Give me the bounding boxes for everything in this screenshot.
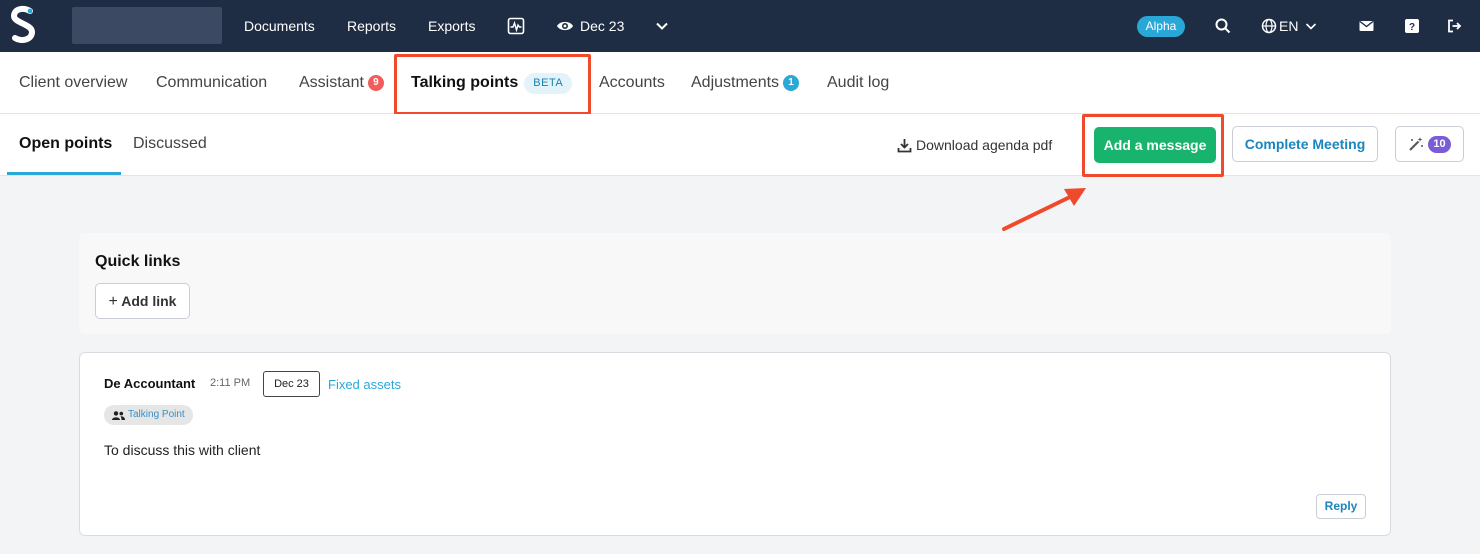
plus-icon: + xyxy=(108,293,118,310)
period-selector[interactable]: Dec 23 xyxy=(580,0,624,52)
tab-communication[interactable]: Communication xyxy=(156,52,267,114)
chevron-down-icon[interactable] xyxy=(655,0,669,52)
tab-adjustments[interactable]: Adjustments 1 xyxy=(691,52,800,114)
subtab-discussed[interactable]: Discussed xyxy=(133,114,207,176)
message-time: 2:11 PM xyxy=(210,377,251,389)
logout-icon[interactable] xyxy=(1447,0,1462,52)
nav-exports[interactable]: Exports xyxy=(428,0,475,52)
tab-audit-log[interactable]: Audit log xyxy=(827,52,889,114)
add-link-button[interactable]: + Add link xyxy=(95,283,190,319)
quick-links-panel: Quick links + Add link xyxy=(79,233,1391,334)
download-icon xyxy=(897,138,912,152)
users-icon xyxy=(112,410,125,420)
suggestions-count-badge: 10 xyxy=(1428,135,1451,153)
tab-client-overview[interactable]: Client overview xyxy=(19,52,127,114)
reply-button[interactable]: Reply xyxy=(1316,494,1366,519)
adjustments-count-badge: 1 xyxy=(783,75,800,91)
add-link-label: Add link xyxy=(121,293,177,309)
eye-icon xyxy=(556,0,574,52)
message-period-tag: Dec 23 xyxy=(263,371,320,397)
alpha-badge: Alpha xyxy=(1137,16,1185,37)
globe-icon xyxy=(1261,0,1277,52)
talking-point-badge: Talking Point xyxy=(104,405,193,425)
download-agenda-link[interactable]: Download agenda pdf xyxy=(897,114,1052,176)
nav-documents[interactable]: Documents xyxy=(244,0,315,52)
tab-accounts[interactable]: Accounts xyxy=(599,52,665,114)
brand-s-icon[interactable] xyxy=(8,3,38,47)
language-selector[interactable]: EN xyxy=(1279,0,1298,52)
highlight-box-talking-points xyxy=(394,54,591,115)
subtab-open-points[interactable]: Open points xyxy=(19,114,112,176)
highlight-box-add-message xyxy=(1082,114,1224,177)
annotation-arrow xyxy=(1002,188,1086,231)
client-tabs: Client overview Communication Assistant 9… xyxy=(0,52,1480,114)
magic-wand-icon xyxy=(1409,137,1424,151)
nav-reports[interactable]: Reports xyxy=(347,0,396,52)
assistant-count-badge: 9 xyxy=(367,75,384,91)
top-navigation-bar: Documents Reports Exports Dec 23 Alpha E… xyxy=(0,0,1480,52)
tab-assistant[interactable]: Assistant 9 xyxy=(299,52,384,114)
message-body: To discuss this with client xyxy=(104,442,261,458)
download-agenda-label: Download agenda pdf xyxy=(916,137,1053,153)
ai-suggestions-button[interactable]: 10 xyxy=(1395,126,1464,162)
active-subtab-indicator xyxy=(7,172,121,175)
mail-icon[interactable] xyxy=(1359,0,1374,52)
complete-meeting-button[interactable]: Complete Meeting xyxy=(1232,126,1378,162)
tab-assistant-label: Assistant xyxy=(299,74,364,91)
activity-chart-icon[interactable] xyxy=(507,0,525,52)
language-chevron-icon[interactable] xyxy=(1305,0,1317,52)
svg-text:?: ? xyxy=(1409,22,1415,33)
message-category-link[interactable]: Fixed assets xyxy=(328,377,401,392)
help-icon[interactable]: ? xyxy=(1405,0,1419,52)
tab-adjustments-label: Adjustments xyxy=(691,74,780,91)
search-icon[interactable] xyxy=(1215,0,1231,52)
quick-links-title: Quick links xyxy=(95,253,181,270)
message-author: De Accountant xyxy=(104,376,196,391)
talking-point-badge-label: Talking Point xyxy=(128,409,185,420)
talking-point-card: De Accountant 2:11 PM Dec 23 Fixed asset… xyxy=(79,352,1391,536)
organization-selector[interactable] xyxy=(72,7,222,44)
